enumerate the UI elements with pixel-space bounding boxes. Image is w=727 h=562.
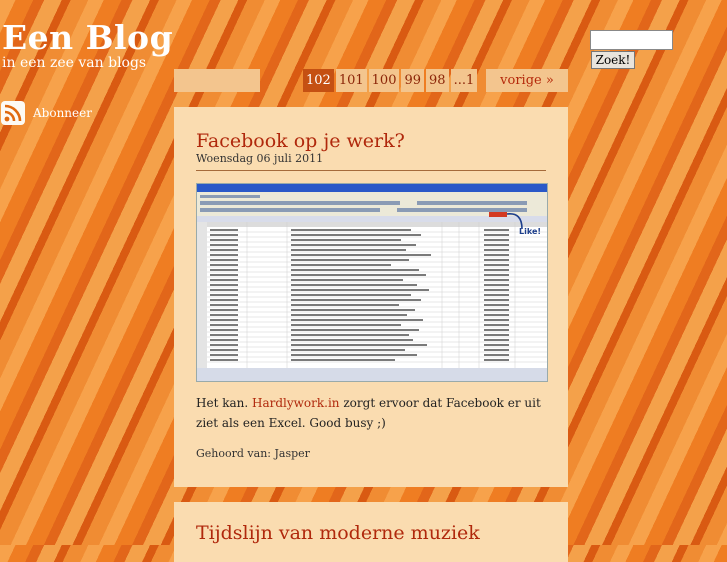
like-callout: Like!	[519, 227, 541, 236]
page-link[interactable]: 100	[368, 69, 400, 92]
site-tagline: in een zee van blogs	[2, 55, 147, 71]
previous-nav-placeholder	[174, 69, 260, 92]
site-title[interactable]: Een Blog	[2, 18, 173, 57]
excel-screenshot-image: Like!	[196, 183, 548, 382]
search-input[interactable]	[590, 30, 673, 50]
post-title[interactable]: Facebook op je werk?	[196, 130, 405, 152]
older-posts-button[interactable]: vorige »	[486, 69, 568, 92]
blog-post: Facebook op je werk? Woensdag 06 juli 20…	[174, 107, 568, 487]
search-button[interactable]: Zoek!	[591, 51, 635, 69]
post-date: Woensdag 06 juli 2011	[196, 152, 324, 165]
page-link-first[interactable]: ...1	[450, 69, 478, 92]
page-link-current: 102	[303, 69, 334, 92]
page-link[interactable]: 101	[335, 69, 367, 92]
subscribe-label[interactable]: Abonneer	[33, 106, 92, 120]
hardlywork-link[interactable]: Hardlywork.in	[252, 396, 340, 410]
post-author: Gehoord van: Jasper	[196, 447, 310, 460]
pagination: 102 101 100 99 98 ...1	[303, 69, 478, 92]
rss-icon[interactable]	[1, 101, 25, 125]
page-link[interactable]: 98	[426, 69, 449, 92]
post-title[interactable]: Tijdslijn van moderne muziek	[196, 522, 480, 544]
page-link[interactable]: 99	[401, 69, 425, 92]
blog-post: Tijdslijn van moderne muziek	[174, 502, 568, 562]
subscribe-link[interactable]: Abonneer	[1, 101, 92, 125]
post-text: Het kan.	[196, 396, 252, 410]
divider	[196, 170, 546, 171]
post-body: Het kan. Hardlywork.in zorgt ervoor dat …	[196, 393, 546, 433]
